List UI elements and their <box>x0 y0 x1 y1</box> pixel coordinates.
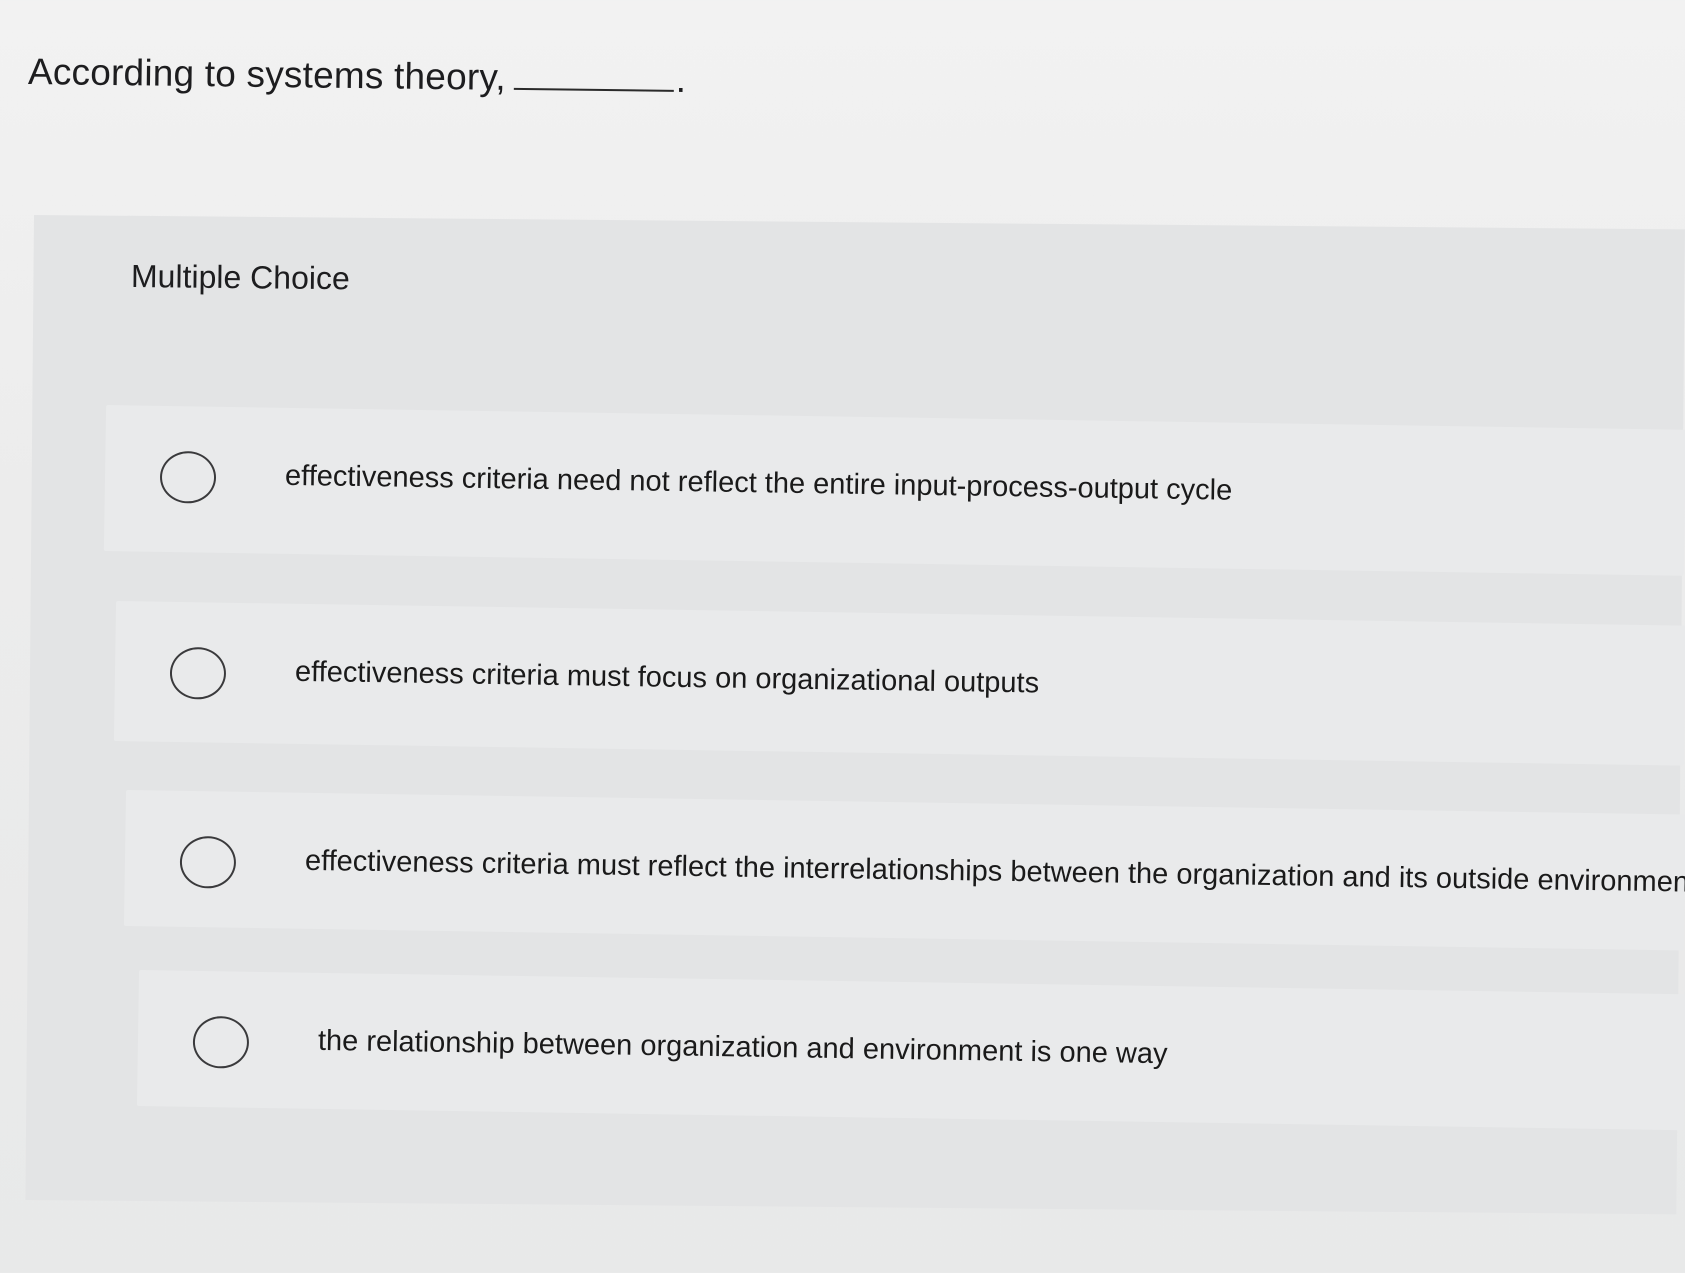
answer-blank <box>513 57 675 92</box>
radio-button-icon[interactable] <box>159 450 217 504</box>
answer-option-3[interactable]: effectiveness criteria must reflect the … <box>123 790 1685 951</box>
answer-option-label: effectiveness criteria must focus on org… <box>294 655 1040 700</box>
multiple-choice-heading: Multiple Choice <box>130 258 350 297</box>
radio-button-icon[interactable] <box>192 1015 250 1069</box>
answer-option-label: effectiveness criteria must reflect the … <box>304 844 1685 899</box>
question-period: . <box>675 58 687 101</box>
answer-option-label: effectiveness criteria need not reflect … <box>284 459 1233 507</box>
answer-option-4[interactable]: the relationship between organization an… <box>136 970 1685 1131</box>
answer-option-2[interactable]: effectiveness criteria must focus on org… <box>113 601 1685 766</box>
answer-option-1[interactable]: effectiveness criteria need not reflect … <box>103 405 1685 576</box>
question-prompt: According to systems theory,. <box>28 48 687 104</box>
radio-button-icon[interactable] <box>179 835 237 889</box>
question-text: According to systems theory, <box>27 51 507 98</box>
radio-button-icon[interactable] <box>169 646 227 700</box>
answer-option-label: the relationship between organization an… <box>317 1024 1168 1071</box>
